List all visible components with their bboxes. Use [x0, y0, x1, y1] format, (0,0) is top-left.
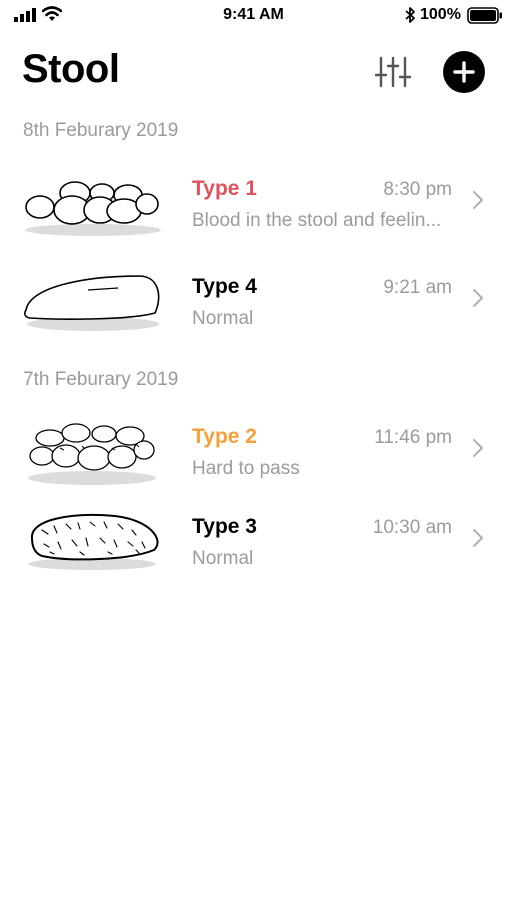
entry-note: Normal [192, 548, 254, 569]
entry-time: 10:30 am [372, 517, 452, 538]
entry-type-label: Type 3 [192, 515, 257, 538]
entry-row[interactable]: Type 1 8:30 pm Blood in the stool and fe… [0, 160, 507, 250]
entry-time: 11:46 pm [374, 427, 452, 448]
entry-row[interactable]: Type 4 9:21 am Normal [0, 258, 507, 348]
section-date-header: 8th Feburary 2019 [23, 120, 179, 141]
entry-type-label: Type 4 [192, 275, 257, 298]
page-title: Stool [22, 47, 120, 91]
battery-icon [467, 7, 502, 24]
sliders-icon[interactable] [375, 55, 411, 89]
stool-type4-illustration [24, 275, 160, 331]
status-bar: 9:41 AM 100% [0, 0, 507, 32]
stool-type1-illustration [25, 181, 161, 236]
battery-percent: 100% [420, 6, 461, 23]
entry-type-label: Type 1 [192, 177, 257, 200]
entry-note: Blood in the stool and feelin... [192, 210, 442, 231]
entry-note: Normal [192, 308, 254, 329]
chevron-right-icon [473, 439, 483, 457]
entry-type-label: Type 2 [192, 425, 257, 448]
section-date-header: 7th Feburary 2019 [23, 369, 179, 390]
entry-row[interactable]: Type 2 11:46 pm Hard to pass [0, 408, 507, 498]
chevron-right-icon [473, 191, 483, 209]
entry-time: 8:30 pm [383, 179, 452, 200]
add-button[interactable] [443, 51, 485, 93]
stool-type2-illustration [28, 423, 156, 485]
entry-note: Hard to pass [192, 458, 300, 479]
chevron-right-icon [473, 529, 483, 547]
chevron-right-icon [473, 289, 483, 307]
entry-row[interactable]: Type 3 10:30 am Normal [0, 498, 507, 588]
entry-time: 9:21 am [383, 277, 452, 298]
stool-type3-illustration [28, 513, 159, 570]
bluetooth-icon [405, 7, 415, 23]
plus-icon [453, 61, 475, 83]
